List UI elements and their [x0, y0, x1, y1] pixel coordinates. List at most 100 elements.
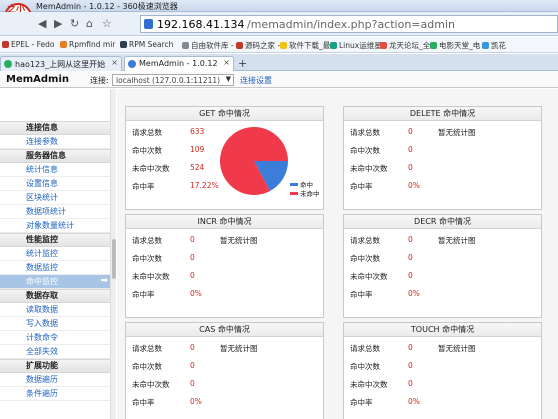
stat-row: 命中次数 0	[132, 361, 222, 379]
stat-label: 命中次数	[350, 254, 380, 263]
bookmark-label: Linux运维星	[339, 41, 382, 50]
sidebar-item-label: 数据遍历	[26, 375, 58, 384]
new-tab-button[interactable]: +	[238, 57, 247, 70]
get-hit-pie-chart	[220, 127, 288, 195]
sidebar-item-label: 对象数量统计	[26, 221, 74, 230]
bookmark-item[interactable]: 龙天论坛_全	[380, 40, 430, 51]
stat-row: 未命中次数 0	[350, 271, 440, 289]
refresh-icon[interactable]: ↻	[70, 17, 79, 30]
no-chart-message: 暂无统计图	[220, 344, 258, 353]
stat-value: 17.22%	[190, 181, 219, 190]
bookmark-item[interactable]: 电影天堂_电	[430, 40, 480, 51]
connect-label: 连接:	[90, 76, 109, 85]
stat-value: 0	[190, 379, 195, 388]
sidebar-item[interactable]: 数据监控	[0, 261, 116, 275]
bookmark-favicon-icon	[182, 42, 189, 49]
back-icon[interactable]: ◀	[38, 17, 46, 30]
sidebar-item[interactable]: 数据项统计	[0, 205, 116, 219]
close-tab-icon[interactable]: ×	[223, 58, 230, 67]
sidebar-item[interactable]: 区块统计	[0, 191, 116, 205]
bookmark-item[interactable]: 凯花	[482, 40, 506, 51]
close-tab-icon[interactable]: ×	[111, 58, 118, 67]
window-title: MemAdmin - 1.0.12 - 360极速浏览器	[36, 2, 178, 11]
bookmark-item[interactable]: 自由软件库 -	[182, 40, 234, 51]
stats-list: 请求总数 0 命中次数 0 未命中次数 0 命中率 0%	[350, 127, 440, 199]
bookmark-favicon-icon	[60, 41, 67, 48]
panel-title: CAS 命中情况	[126, 323, 323, 337]
sidebar-item[interactable]: 统计信息	[0, 163, 116, 177]
forward-icon[interactable]: ▶	[54, 17, 62, 30]
stat-label: 命中次数	[132, 362, 162, 371]
sidebar-item-label: 统计监控	[26, 249, 58, 258]
sidebar-item[interactable]: 计数命令	[0, 331, 116, 345]
stats-list: 请求总数 633 命中次数 109 未命中次数 524 命中率 17.22%	[132, 127, 222, 199]
bookmark-item[interactable]: 软件下载_最	[280, 40, 330, 51]
hit-stats-panel: TOUCH 命中情况 请求总数 0 命中次数 0 未命中次数 0 命中率 0% 暂无统计图	[343, 322, 542, 419]
bookmark-item[interactable]: 源码之家 -	[236, 40, 280, 51]
sidebar-item[interactable]: 对象数量统计	[0, 219, 116, 233]
bookmark-star-icon[interactable]: ☆	[102, 17, 112, 30]
hao123-favicon-icon	[4, 60, 12, 68]
panel-title: DELETE 命中情况	[344, 107, 541, 121]
stat-value: 109	[190, 145, 205, 154]
bookmark-item[interactable]: EPEL - Fedo	[2, 40, 55, 49]
tab-memadmin[interactable]: MemAdmin - 1.0.12 ×	[124, 56, 234, 71]
stat-row: 未命中次数 0	[132, 379, 222, 397]
app-brand: MemAdmin	[6, 74, 70, 85]
sidebar-item[interactable]: 设置信息	[0, 177, 116, 191]
sidebar-item[interactable]: 统计监控	[0, 247, 116, 261]
panel-title: INCR 命中情况	[126, 215, 323, 229]
stat-value: 0	[408, 343, 413, 352]
sidebar-item[interactable]: 读取数据	[0, 303, 116, 317]
site-shield-icon	[144, 19, 153, 29]
stat-label: 请求总数	[350, 128, 380, 137]
stat-label: 命中次数	[350, 362, 380, 371]
scroll-thumb[interactable]	[112, 239, 116, 279]
address-bar[interactable]: 192.168.41.134 /memadmin/index.php?actio…	[140, 15, 558, 33]
sidebar-item[interactable]: 数据遍历	[0, 373, 116, 387]
bookmark-label: Rpmfind mir	[69, 40, 116, 49]
bookmarks-bar: EPEL - Fedo Rpmfind mir RPM Search 自由软件库 - 源…	[0, 37, 558, 53]
sidebar-item-label: 数据项统计	[26, 207, 66, 216]
stat-value: 0	[408, 127, 413, 136]
stat-row: 未命中次数 0	[350, 379, 440, 397]
sidebar-scrollbar[interactable]	[110, 89, 116, 419]
sidebar-item[interactable]: 命中监控 ➡	[0, 275, 116, 289]
bookmark-favicon-icon	[280, 42, 287, 49]
connection-value: localhost (127.0.0.1:11211)	[116, 76, 221, 85]
stat-value: 0	[408, 379, 413, 388]
stat-row: 请求总数 633	[132, 127, 222, 145]
sidebar-item[interactable]: 条件遍历	[0, 387, 116, 401]
hit-stats-panel: DELETE 命中情况 请求总数 0 命中次数 0 未命中次数 0 命中率 0% 暂无统计图	[343, 106, 542, 210]
hit-stats-panel: CAS 命中情况 请求总数 0 命中次数 0 未命中次数 0 命中率 0% 暂无统计图	[125, 322, 324, 419]
no-chart-message: 暂无统计图	[438, 128, 476, 137]
bookmark-favicon-icon	[2, 41, 9, 48]
bookmark-favicon-icon	[380, 42, 387, 49]
stat-label: 请求总数	[350, 344, 380, 353]
sidebar-item[interactable]: 连接参数	[0, 135, 116, 149]
bookmark-item[interactable]: Rpmfind mir	[60, 40, 115, 49]
sidebar-item[interactable]: 全部失效	[0, 345, 116, 359]
stat-label: 未命中次数	[350, 272, 388, 281]
stat-value: 0	[190, 271, 195, 280]
bookmark-item[interactable]: RPM Search	[120, 40, 173, 49]
stats-list: 请求总数 0 命中次数 0 未命中次数 0 命中率 0%	[132, 235, 222, 307]
tab-hao123[interactable]: hao123_上网从这里开始 ×	[0, 56, 122, 71]
sidebar-top-gap	[0, 89, 116, 121]
bookmark-item[interactable]: Linux运维星	[330, 40, 382, 51]
sidebar-item-label: 统计信息	[26, 165, 58, 174]
bookmark-label: 自由软件库 -	[191, 41, 234, 50]
stat-label: 命中率	[350, 182, 373, 191]
bookmark-label: 电影天堂_电	[439, 41, 481, 50]
connection-select[interactable]: localhost (127.0.0.1:11211) ▼	[112, 74, 234, 86]
stat-label: 命中率	[350, 290, 373, 299]
home-icon[interactable]: ⌂	[86, 17, 93, 30]
connection-settings-link[interactable]: 连接设置	[240, 75, 272, 86]
sidebar-item[interactable]: 写入数据	[0, 317, 116, 331]
stat-value: 0	[190, 253, 195, 262]
stat-row: 请求总数 0	[132, 343, 222, 361]
sidebar-item-label: 读取数据	[26, 305, 58, 314]
tab-label: MemAdmin - 1.0.12	[139, 59, 218, 68]
stat-label: 命中次数	[132, 146, 162, 155]
tab-bar: hao123_上网从这里开始 × MemAdmin - 1.0.12 × +	[0, 54, 558, 71]
